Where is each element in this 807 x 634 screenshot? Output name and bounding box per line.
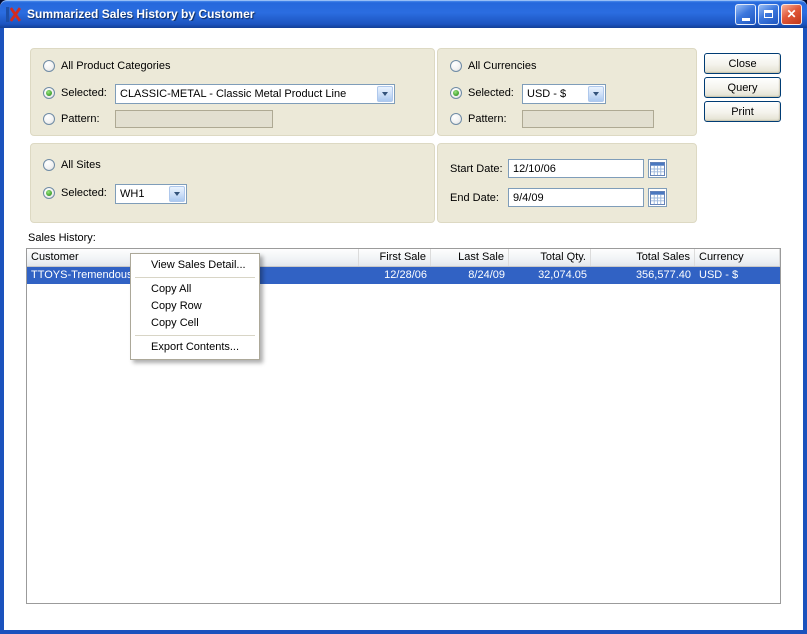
all-currencies-label: All Currencies [468,60,536,73]
product-category-selected-value: CLASSIC-METAL - Classic Metal Product Li… [120,88,374,101]
site-selected-value: WH1 [120,188,166,201]
cell-last-sale: 8/24/09 [431,267,509,284]
minimize-icon [742,18,750,21]
calendar-icon [650,162,665,176]
menu-separator [135,277,255,278]
menu-item-copy-cell[interactable]: Copy Cell [133,315,257,332]
site-group: All Sites Selected: WH1 [30,143,435,223]
calendar-icon [650,191,665,205]
chevron-down-icon [174,192,180,196]
cell-total-sales: 356,577.40 [591,267,695,284]
product-selected-label: Selected: [61,87,107,100]
maximize-button[interactable] [758,4,779,25]
currency-group: All Currencies Selected: USD - $ Pattern… [437,48,697,136]
all-sites-label: All Sites [61,159,101,172]
currency-dropdown-button[interactable] [588,86,604,102]
all-product-categories-label: All Product Categories [61,60,170,73]
product-pattern-radio[interactable] [43,113,55,125]
minimize-button[interactable] [735,4,756,25]
date-range-group: Start Date: End Date: [437,143,697,223]
query-button[interactable]: Query [704,77,781,98]
chevron-down-icon [593,92,599,96]
menu-item-copy-all[interactable]: Copy All [133,281,257,298]
currency-selected-value: USD - $ [527,88,585,101]
currency-pattern-input [522,110,654,128]
currency-selected-label: Selected: [468,87,514,100]
start-date-calendar-button[interactable] [648,159,667,178]
dialog-content: All Product Categories Selected: CLASSIC… [0,28,807,634]
end-date-input[interactable] [508,188,644,207]
chevron-down-icon [382,92,388,96]
cell-first-sale: 12/28/06 [359,267,431,284]
menu-item-view-sales-detail[interactable]: View Sales Detail... [133,257,257,274]
site-selected-radio[interactable] [43,187,55,199]
product-category-group: All Product Categories Selected: CLASSIC… [30,48,435,136]
print-button[interactable]: Print [704,101,781,122]
title-bar: Summarized Sales History by Customer ✕ [0,0,807,28]
column-header-total-qty[interactable]: Total Qty. [509,249,591,266]
product-selected-radio[interactable] [43,87,55,99]
menu-item-export-contents[interactable]: Export Contents... [133,339,257,356]
close-icon: ✕ [786,8,796,20]
product-pattern-label: Pattern: [61,113,100,126]
column-header-total-sales[interactable]: Total Sales [591,249,695,266]
currency-pattern-label: Pattern: [468,113,507,126]
end-date-calendar-button[interactable] [648,188,667,207]
all-product-categories-radio[interactable] [43,60,55,72]
column-header-last-sale[interactable]: Last Sale [431,249,509,266]
product-pattern-input [115,110,273,128]
currency-selected-radio[interactable] [450,87,462,99]
context-menu: View Sales Detail... Copy All Copy Row C… [130,253,260,360]
sales-history-label: Sales History: [28,232,96,244]
site-select[interactable]: WH1 [115,184,187,204]
menu-separator [135,335,255,336]
site-selected-label: Selected: [61,187,107,200]
column-header-first-sale[interactable]: First Sale [359,249,431,266]
product-category-select[interactable]: CLASSIC-METAL - Classic Metal Product Li… [115,84,395,104]
all-sites-radio[interactable] [43,159,55,171]
app-icon [6,6,22,22]
close-button[interactable]: Close [704,53,781,74]
maximize-icon [764,10,773,18]
site-dropdown-button[interactable] [169,186,185,202]
start-date-input[interactable] [508,159,644,178]
currency-pattern-radio[interactable] [450,113,462,125]
end-date-label: End Date: [450,192,499,205]
menu-item-copy-row[interactable]: Copy Row [133,298,257,315]
dialog-window: Summarized Sales History by Customer ✕ A… [0,0,807,634]
all-currencies-radio[interactable] [450,60,462,72]
cell-currency: USD - $ [695,267,780,284]
currency-select[interactable]: USD - $ [522,84,606,104]
product-category-dropdown-button[interactable] [377,86,393,102]
column-header-currency[interactable]: Currency [695,249,780,266]
window-title: Summarized Sales History by Customer [27,7,733,21]
start-date-label: Start Date: [450,163,503,176]
window-close-button[interactable]: ✕ [781,4,802,25]
cell-total-qty: 32,074.05 [509,267,591,284]
